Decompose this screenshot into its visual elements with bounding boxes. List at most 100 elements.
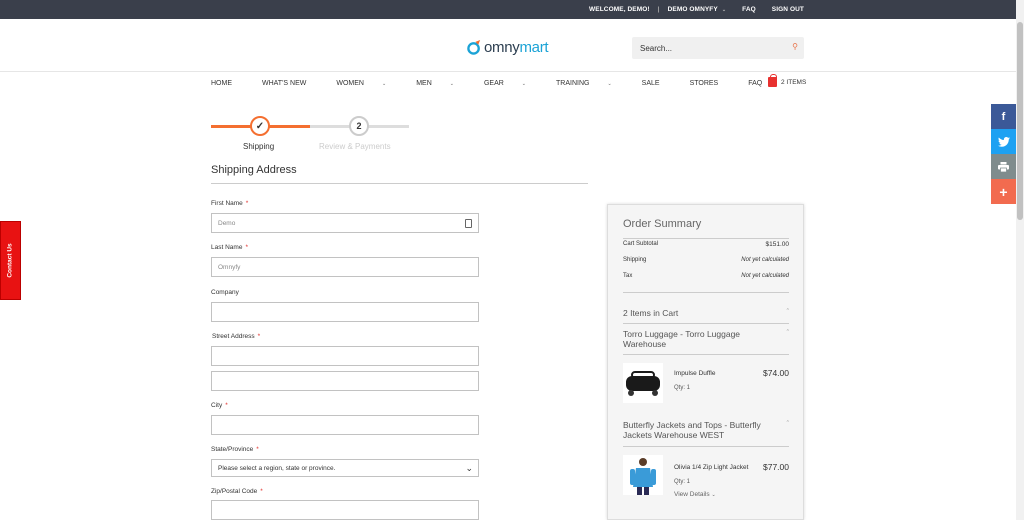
first-name-label: First Name * [211,200,249,207]
product-name: Olivia 1/4 Zip Light Jacket [674,464,749,471]
tax-label: Tax [623,273,633,279]
nav-item-stores[interactable]: STORES [690,80,734,87]
cart-item: Impulse Duffle Qty: 1 $74.00 [623,363,789,405]
first-name-field[interactable]: Demo [211,213,479,233]
order-summary: Order Summary Cart Subtotal $151.00 Ship… [607,204,804,520]
duffle-bag-icon [626,371,660,396]
first-name-value: Demo [218,219,236,227]
social-share-bar: f + [991,104,1016,204]
view-details-link[interactable]: View Details ⌄ [674,491,716,498]
step-2-badge[interactable]: 2 [349,116,369,136]
account-menu[interactable]: DEMO OMNYFY ⌄ [668,6,727,13]
chevron-up-icon: ˆ [786,330,789,337]
last-name-label: Last Name * [211,244,248,251]
welcome-text: WELCOME, DEMO! [589,6,650,13]
chevron-up-icon: ˆ [786,421,789,428]
nav-item-men[interactable]: MEN ⌄ [416,80,469,87]
cart-count: 2 ITEMS [781,78,807,86]
subtotal-row: Cart Subtotal $151.00 [623,241,789,248]
last-name-value: Omnyfy [218,263,241,271]
nav-item-home[interactable]: HOME [211,80,247,87]
city-field[interactable] [211,415,479,435]
last-name-field[interactable]: Omnyfy [211,257,479,277]
tax-value: Not yet calculated [741,273,789,279]
product-image-duffle[interactable] [623,363,663,403]
nav-item-gear[interactable]: GEAR ⌄ [484,80,541,87]
order-summary-title: Order Summary [623,218,702,230]
mini-cart[interactable]: 2 ITEMS [768,74,807,87]
items-in-cart-label: 2 Items in Cart [623,308,679,318]
chevron-down-icon: ⌄ [711,492,716,498]
contact-us-tab[interactable]: Contact Us [0,221,21,300]
nav-item-sale[interactable]: SALE [642,80,675,87]
checkmark-icon[interactable]: ✓ [250,116,270,136]
street-address-line-1[interactable] [211,346,479,366]
product-name: Impulse Duffle [674,370,716,377]
faq-link[interactable]: FAQ [742,6,756,13]
state-label: State/Province * [211,446,259,453]
chevron-down-icon: ⌄ [465,463,473,473]
divider [623,238,789,239]
top-bar: WELCOME, DEMO! | DEMO OMNYFY ⌄ FAQ SIGN O… [0,0,1016,19]
shipping-address-title: Shipping Address [211,164,588,184]
divider [623,323,789,324]
cart-item: Olivia 1/4 Zip Light Jacket Qty: 1 $77.0… [623,455,789,498]
product-qty: Qty: 1 [674,479,691,485]
vendor-toggle-butterfly[interactable]: Butterfly Jackets and Tops - Butterfly J… [623,420,789,440]
city-label: City * [211,402,228,409]
scrollbar-thumb[interactable] [1017,22,1023,220]
divider [623,292,789,293]
main-nav: HOME WHAT'S NEW WOMEN ⌄ MEN ⌄ GEAR ⌄ TRAINI… [211,72,792,95]
nav-item-women[interactable]: WOMEN ⌄ [336,80,401,87]
logo-text: omnymart [484,38,549,56]
state-select[interactable]: Please select a region, state or provinc… [211,459,479,477]
chevron-down-icon: ⌄ [607,80,612,87]
jacket-model-icon [630,458,656,495]
items-in-cart-toggle[interactable]: 2 Items in Cart ˆ [623,308,789,318]
chevron-down-icon: ⌄ [721,7,727,13]
zip-field[interactable] [211,500,479,520]
twitter-icon[interactable] [991,129,1016,154]
vendor-toggle-torro[interactable]: Torro Luggage - Torro Luggage Warehouse … [623,329,789,349]
subtotal-label: Cart Subtotal [623,241,659,247]
search-box: ⚲ [632,37,804,59]
logo[interactable]: omnymart [467,37,549,57]
zip-label: Zip/Postal Code * [211,488,263,495]
divider [623,446,789,447]
nav-item-whats-new[interactable]: WHAT'S NEW [262,80,321,87]
divider [623,354,789,355]
shipping-value: Not yet calculated [741,257,789,263]
shopping-bag-icon [768,74,777,87]
state-select-value: Please select a region, state or provinc… [218,464,336,472]
header: omnymart ⚲ [0,19,1016,72]
nav-item-training[interactable]: TRAINING ⌄ [556,80,627,87]
search-icon[interactable]: ⚲ [792,42,798,51]
checkout-progress: ✓ 2 Shipping Review & Payments [211,115,411,155]
subtotal-value: $151.00 [765,241,790,248]
scrollbar[interactable] [1016,0,1024,520]
company-field[interactable] [211,302,479,322]
shipping-row: Shipping Not yet calculated [623,257,789,263]
account-label: DEMO OMNYFY [667,6,718,13]
step-shipping-label: Shipping [243,142,275,151]
street-address-line-2[interactable] [211,371,479,391]
autofill-icon[interactable] [465,219,472,228]
search-input[interactable] [632,37,772,59]
omnymart-logo-icon [467,39,481,55]
street-address-label: Street Address * [212,333,261,340]
signout-link[interactable]: SIGN OUT [772,6,804,13]
product-image-jacket[interactable] [623,455,663,495]
topbar-separator: | [657,6,660,13]
company-label: Company [211,289,239,296]
chevron-down-icon: ⌄ [449,80,454,87]
facebook-icon[interactable]: f [991,104,1016,129]
product-qty: Qty: 1 [674,385,691,391]
share-more-icon[interactable]: + [991,179,1016,204]
tax-row: Tax Not yet calculated [623,273,789,279]
step-review-label: Review & Payments [319,142,391,151]
chevron-down-icon: ⌄ [381,80,387,87]
chevron-down-icon: ⌄ [521,80,526,87]
print-icon[interactable] [991,154,1016,179]
shipping-label: Shipping [623,257,647,263]
chevron-up-icon: ˆ [786,309,789,316]
